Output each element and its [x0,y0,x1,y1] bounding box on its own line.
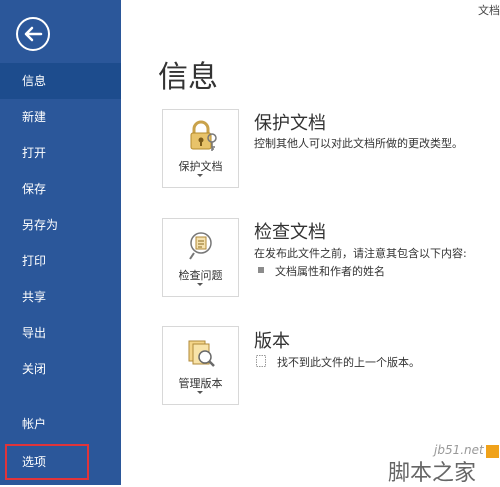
sidebar-item-info[interactable]: 信息 [0,63,121,99]
sidebar-item-save[interactable]: 保存 [0,171,121,207]
document-icon [256,355,266,367]
lock-key-icon [190,120,217,151]
sidebar-item-open[interactable]: 打开 [0,135,121,171]
chevron-down-icon [197,283,203,286]
backstage-sidebar: 信息 新建 打开 保存 另存为 打印 共享 导出 关闭 帐户 选项 [0,0,121,485]
protect-document-button[interactable]: 保护文档 [162,109,239,188]
window-title: 文档 [478,4,500,17]
inspect-item: 文档属性和作者的姓名 [275,265,385,278]
manage-versions-label: 管理版本 [178,377,223,390]
check-issues-label: 检查问题 [178,269,223,282]
sidebar-item-share[interactable]: 共享 [0,279,121,315]
page-title: 信息 [158,60,218,95]
inspect-document-title: 检查文档 [254,222,326,243]
protect-document-label: 保护文档 [178,160,223,173]
manage-versions-button[interactable]: 管理版本 [162,326,239,405]
sidebar-item-close[interactable]: 关闭 [0,351,121,387]
chevron-down-icon [197,174,203,177]
sidebar-item-new[interactable]: 新建 [0,99,121,135]
protect-document-description: 控制其他人可以对此文档所做的更改类型。 [254,137,463,150]
watermark-logo-icon [486,445,499,458]
sidebar-item-export[interactable]: 导出 [0,315,121,351]
sidebar-item-save-as[interactable]: 另存为 [0,207,121,243]
versions-icon [188,340,215,367]
inspect-icon [189,232,212,260]
check-issues-button[interactable]: 检查问题 [162,218,239,297]
inspect-document-description: 在发布此文件之前，请注意其包含以下内容: [254,247,467,260]
back-arrow-icon[interactable] [15,16,51,52]
sidebar-item-print[interactable]: 打印 [0,243,121,279]
watermark-brand: 脚本之家 [388,461,477,486]
bullet-icon [258,267,264,273]
protect-document-title: 保护文档 [254,113,326,134]
sidebar-item-options[interactable]: 选项 [5,444,89,480]
sidebar-item-account[interactable]: 帐户 [0,406,121,442]
chevron-down-icon [197,391,203,394]
versions-title: 版本 [254,331,290,352]
versions-description: 找不到此文件的上一个版本。 [277,356,420,369]
